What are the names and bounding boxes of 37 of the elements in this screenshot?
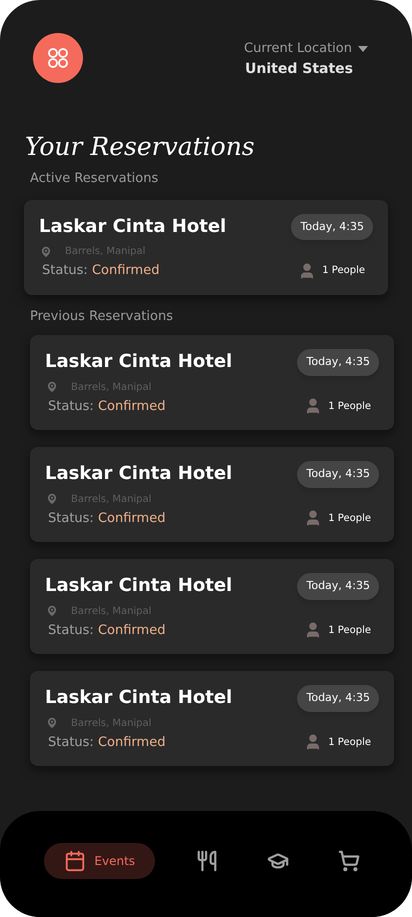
- time-badge: Today, 4:35: [297, 461, 379, 488]
- status-text: Status: Confirmed: [48, 734, 166, 752]
- cart-icon: [338, 850, 360, 872]
- status-text: Status: Confirmed: [42, 262, 160, 280]
- section-heading: Active Reservations: [30, 170, 160, 188]
- hotel-name: Laskar Cinta Hotel: [45, 462, 232, 486]
- nav-tab[interactable]: Events: [44, 843, 156, 879]
- status-text: Status: Confirmed: [48, 510, 166, 528]
- people-count: 1 People: [328, 736, 371, 750]
- time-badge: Today, 4:35: [297, 349, 379, 376]
- utensils-icon: [196, 850, 218, 872]
- people-count: 1 People: [322, 264, 365, 278]
- status-text: Status: Confirmed: [48, 622, 166, 640]
- hotel-name: Laskar Cinta Hotel: [45, 686, 232, 710]
- section-heading: Previous Reservations: [30, 308, 174, 326]
- dropdown-caret-icon[interactable]: [358, 46, 368, 52]
- people-count: 1 People: [328, 512, 371, 526]
- circles-grid-icon: [46, 46, 70, 70]
- time-badge: Today, 4:35: [297, 685, 379, 712]
- page-title: Your Reservations: [25, 131, 256, 163]
- calendar-icon: [64, 850, 86, 872]
- people-count: 1 People: [328, 624, 371, 638]
- people-count: 1 People: [328, 400, 371, 414]
- hotel-name: Laskar Cinta Hotel: [45, 574, 232, 598]
- app-logo[interactable]: [33, 33, 83, 83]
- time-badge: Today, 4:35: [291, 214, 373, 240]
- location-pin-icon: [45, 380, 59, 394]
- location-pin-icon: [39, 244, 53, 258]
- location-label: Current Location: [244, 40, 352, 58]
- current-location[interactable]: United States: [245, 58, 353, 80]
- time-badge: Today, 4:35: [297, 573, 379, 600]
- hotel-name: Laskar Cinta Hotel: [45, 350, 232, 374]
- location-pin-icon: [45, 492, 59, 506]
- location-pin-icon: [45, 716, 59, 730]
- hotel-name: Laskar Cinta Hotel: [39, 214, 226, 239]
- location-pin-icon: [45, 604, 59, 618]
- status-text: Status: Confirmed: [48, 398, 166, 416]
